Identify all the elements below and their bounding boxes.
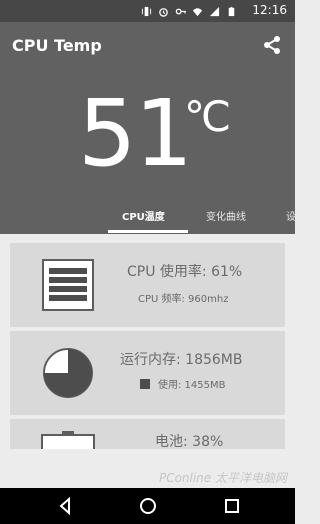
memory-card[interactable]: 运行内存: 1856MB 使用: 1455MB [10,331,285,415]
key-icon [175,8,186,14]
app-bar: CPU Temp 51 ℃ CPU温度 变化曲线 设 [0,22,296,234]
temperature-unit: ℃ [184,92,232,141]
memory-used-row: 使用: 1455MB [140,376,226,391]
share-icon[interactable] [261,34,283,56]
status-icons [141,3,237,19]
cpu-card[interactable]: CPU 使用率: 61% CPU 频率: 960mhz [10,243,285,327]
tab-trend-curve[interactable]: 变化曲线 [206,208,246,223]
memory-used: 使用: 1455MB [158,380,226,391]
memory-total: 运行内存: 1856MB [120,352,243,368]
clock: 12:16 [252,3,287,17]
tab-cpu-temp[interactable]: CPU温度 [122,208,165,223]
memory-used-legend-icon [140,378,150,389]
tab-settings[interactable]: 设 [286,208,296,223]
home-icon[interactable] [138,496,158,516]
wifi-icon [192,7,203,16]
battery-icon [228,6,235,16]
signal-icon [209,6,220,16]
temperature-value: 51 [78,80,193,187]
cpu-usage: CPU 使用率: 61% [127,264,243,280]
cpu-frequency: CPU 频率: 960mhz [138,294,229,305]
battery-outline-icon [41,431,95,449]
status-bar: 12:16 [0,0,295,22]
battery-level: 电池: 38% [155,434,224,449]
navigation-bar [0,488,295,524]
app-title: CPU Temp [12,36,102,55]
vibrate-icon [141,6,152,16]
battery-card[interactable]: 电池: 38% [10,419,285,449]
alarm-icon [159,7,168,17]
watermark: PConline 太平洋电脑网 [158,471,287,485]
cpu-bars-icon [42,259,94,311]
memory-pie-icon [43,348,93,398]
recents-icon[interactable] [222,496,242,516]
back-icon[interactable] [55,496,75,516]
tab-indicator [108,230,188,233]
